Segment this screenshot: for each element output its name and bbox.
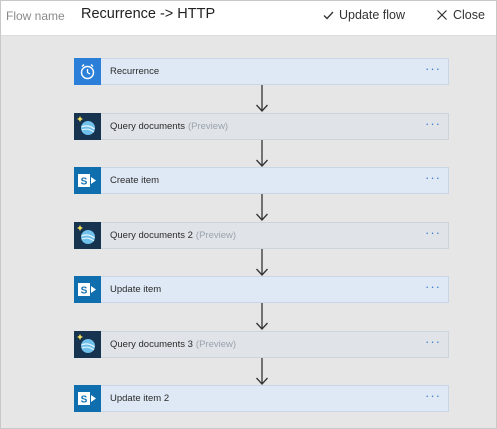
step-query-documents-3[interactable]: Query documents 3 (Preview) ··· xyxy=(74,331,449,358)
more-options-button[interactable]: ··· xyxy=(425,116,441,131)
sharepoint-icon: S xyxy=(74,276,101,303)
preview-tag: (Preview) xyxy=(187,121,229,132)
step-update-item[interactable]: S Update item ··· xyxy=(74,276,449,303)
flow-canvas: Recurrence ··· Query documents (Preview) … xyxy=(1,36,496,428)
svg-text:S: S xyxy=(81,177,88,188)
cosmos-db-icon xyxy=(74,331,101,358)
step-title: Update item 2 xyxy=(110,393,170,404)
preview-tag: (Preview) xyxy=(195,339,237,350)
more-options-button[interactable]: ··· xyxy=(425,388,441,403)
more-options-button[interactable]: ··· xyxy=(425,170,441,185)
step-recurrence[interactable]: Recurrence ··· xyxy=(74,58,449,85)
more-options-button[interactable]: ··· xyxy=(425,334,441,349)
step-query-documents-2[interactable]: Query documents 2 (Preview) ··· xyxy=(74,222,449,249)
cosmos-db-icon xyxy=(74,113,101,140)
sharepoint-icon: S xyxy=(74,385,101,412)
flow-editor-window: Flow name Recurrence -> HTTP Update flow… xyxy=(0,0,497,429)
checkmark-icon xyxy=(323,11,334,19)
connector-arrow xyxy=(256,358,268,385)
update-flow-label: Update flow xyxy=(339,8,406,22)
step-title: Create item xyxy=(110,175,160,186)
clock-icon xyxy=(74,58,101,85)
svg-text:S: S xyxy=(81,286,88,297)
step-title: Query documents xyxy=(110,121,185,132)
step-query-documents[interactable]: Query documents (Preview) ··· xyxy=(74,113,449,140)
more-options-button[interactable]: ··· xyxy=(425,61,441,76)
step-title: Query documents 2 xyxy=(110,230,193,241)
connector-arrow xyxy=(256,194,268,221)
more-options-button[interactable]: ··· xyxy=(425,225,441,240)
close-button[interactable]: Close xyxy=(437,8,485,22)
connector-arrow xyxy=(256,249,268,276)
svg-text:S: S xyxy=(81,395,88,406)
top-bar: Flow name Recurrence -> HTTP Update flow… xyxy=(1,1,496,36)
preview-tag: (Preview) xyxy=(195,230,237,241)
flow-name-label: Flow name xyxy=(6,9,65,23)
update-flow-button[interactable]: Update flow xyxy=(323,8,405,22)
connector-arrow xyxy=(256,140,268,167)
close-label: Close xyxy=(453,8,485,22)
step-title: Recurrence xyxy=(110,66,160,77)
connector-arrow xyxy=(256,85,268,112)
close-icon xyxy=(437,10,447,20)
step-update-item-2[interactable]: S Update item 2 ··· xyxy=(74,385,449,412)
step-title: Query documents 3 xyxy=(110,339,193,350)
more-options-button[interactable]: ··· xyxy=(425,279,441,294)
step-create-item[interactable]: S Create item ··· xyxy=(74,167,449,194)
step-title: Update item xyxy=(110,284,162,295)
connector-arrow xyxy=(256,303,268,330)
cosmos-db-icon xyxy=(74,222,101,249)
flow-title[interactable]: Recurrence -> HTTP xyxy=(81,6,215,22)
sharepoint-icon: S xyxy=(74,167,101,194)
